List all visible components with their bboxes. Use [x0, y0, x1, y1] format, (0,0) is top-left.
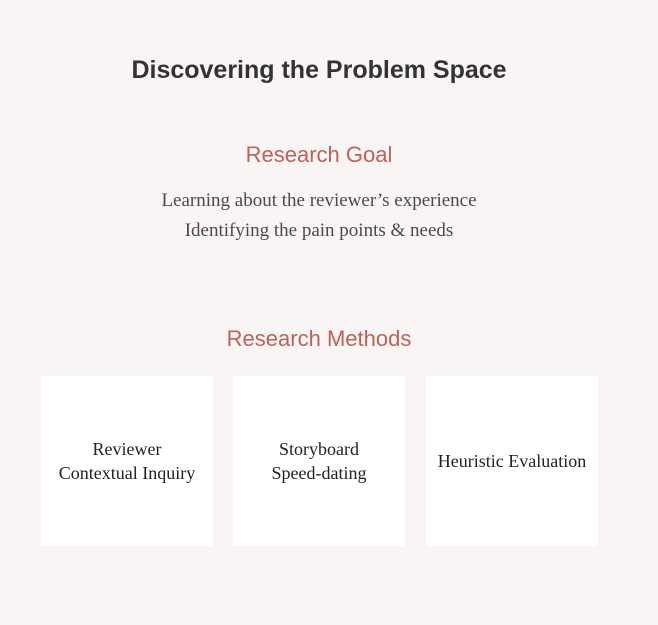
method-card-line: Speed-dating	[271, 463, 367, 483]
method-card-contextual-inquiry: Reviewer Contextual Inquiry	[41, 376, 213, 546]
method-card-storyboard: Storyboard Speed-dating	[233, 376, 405, 546]
research-goal-text: Learning about the reviewer’s experience…	[0, 186, 638, 246]
method-card-line: Contextual Inquiry	[58, 463, 196, 483]
method-card-line: Reviewer	[92, 439, 162, 459]
research-goal-line: Learning about the reviewer’s experience	[161, 190, 477, 211]
method-card-line: Storyboard	[279, 439, 359, 459]
method-card-heuristic-evaluation: Heuristic Evaluation	[426, 376, 598, 546]
research-goal-line: Identifying the pain points & needs	[184, 220, 454, 241]
research-methods-heading: Research Methods	[226, 326, 412, 351]
research-methods-cards: Reviewer Contextual Inquiry Storyboard S…	[41, 376, 599, 546]
page-title: Discovering the Problem Space	[131, 56, 507, 84]
method-card-line: Heuristic Evaluation	[437, 451, 587, 471]
page: Discovering the Problem Space Research G…	[0, 0, 658, 625]
research-goal-heading: Research Goal	[245, 142, 393, 167]
